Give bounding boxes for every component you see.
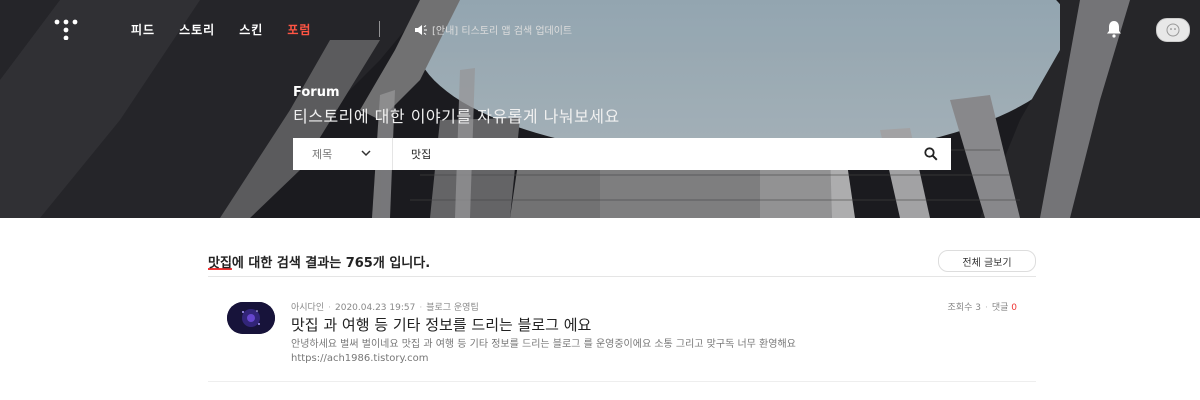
- search-icon: [924, 147, 938, 161]
- search-input[interactable]: [409, 146, 873, 162]
- post-comments-count: 0: [1011, 303, 1017, 313]
- search-button[interactable]: [911, 138, 951, 170]
- result-summary: 맛집에 대한 검색 결과는 765개 입니다.: [208, 252, 430, 271]
- forum-description: 티스토리에 대한 이야기를 자유롭게 나눠보세요: [293, 107, 620, 126]
- top-navigation: 피드 스토리 스킨 포럼 [안내] 티스토리 앱 검색 업데이트: [0, 0, 1200, 58]
- user-avatar[interactable]: [1156, 18, 1190, 42]
- post-divider: [208, 381, 1036, 382]
- chevron-down-icon: [361, 150, 371, 157]
- result-post-item[interactable]: 아시다인 · 2020.04.23 19:57 · 블로그 운영팁 조회수 3 · 댓글 0…: [208, 300, 1036, 382]
- nav-item-story[interactable]: 스토리: [179, 21, 215, 38]
- nav-item-skin[interactable]: 스킨: [239, 21, 263, 38]
- results-divider: [208, 276, 1036, 277]
- notice-text[interactable]: [안내] 티스토리 앱 검색 업데이트: [432, 22, 572, 37]
- post-comments-label: 댓글: [991, 303, 1009, 313]
- post-author[interactable]: 아시다인: [291, 303, 324, 313]
- author-avatar[interactable]: [227, 302, 275, 334]
- result-summary-text: 에 대한 검색 결과는 765개 입니다.: [231, 256, 431, 271]
- tistory-logo-icon[interactable]: [53, 18, 79, 40]
- nav-item-forum[interactable]: 포럼: [287, 21, 311, 38]
- view-all-posts-button[interactable]: 전체 글보기: [938, 250, 1036, 272]
- author-avatar-image: [227, 302, 275, 334]
- bell-icon[interactable]: [1106, 20, 1122, 38]
- forum-search-bar: 제목: [293, 138, 951, 170]
- search-category-select[interactable]: 제목: [293, 138, 393, 170]
- main-nav: 피드 스토리 스킨 포럼: [131, 21, 335, 38]
- nav-divider: [379, 21, 380, 37]
- avatar-face-icon: [1166, 23, 1180, 37]
- post-views: 조회수 3: [947, 303, 981, 313]
- post-stats: 조회수 3 · 댓글 0: [947, 303, 1017, 313]
- forum-label: Forum: [293, 85, 340, 100]
- post-excerpt[interactable]: 안녕하세요 벌써 벌이네요 맛집 과 여행 등 기타 정보를 드리는 블로그 를…: [291, 338, 831, 366]
- post-title[interactable]: 맛집 과 여행 등 기타 정보를 드리는 블로그 에요: [291, 314, 591, 335]
- search-category-value: 제목: [312, 148, 333, 161]
- post-meta: 아시다인 · 2020.04.23 19:57 · 블로그 운영팁: [291, 303, 479, 313]
- hero-banner: 피드 스토리 스킨 포럼 [안내] 티스토리 앱 검색 업데이트 Forum 티…: [0, 0, 1200, 218]
- notice-banner[interactable]: [안내] 티스토리 앱 검색 업데이트: [414, 22, 572, 37]
- search-query-wrapper: [393, 146, 911, 162]
- result-keyword: 맛집: [208, 256, 232, 271]
- post-date: 2020.04.23 19:57: [335, 303, 416, 313]
- nav-item-feed[interactable]: 피드: [131, 21, 155, 38]
- post-category[interactable]: 블로그 운영팁: [426, 303, 479, 313]
- speaker-icon: [415, 24, 427, 35]
